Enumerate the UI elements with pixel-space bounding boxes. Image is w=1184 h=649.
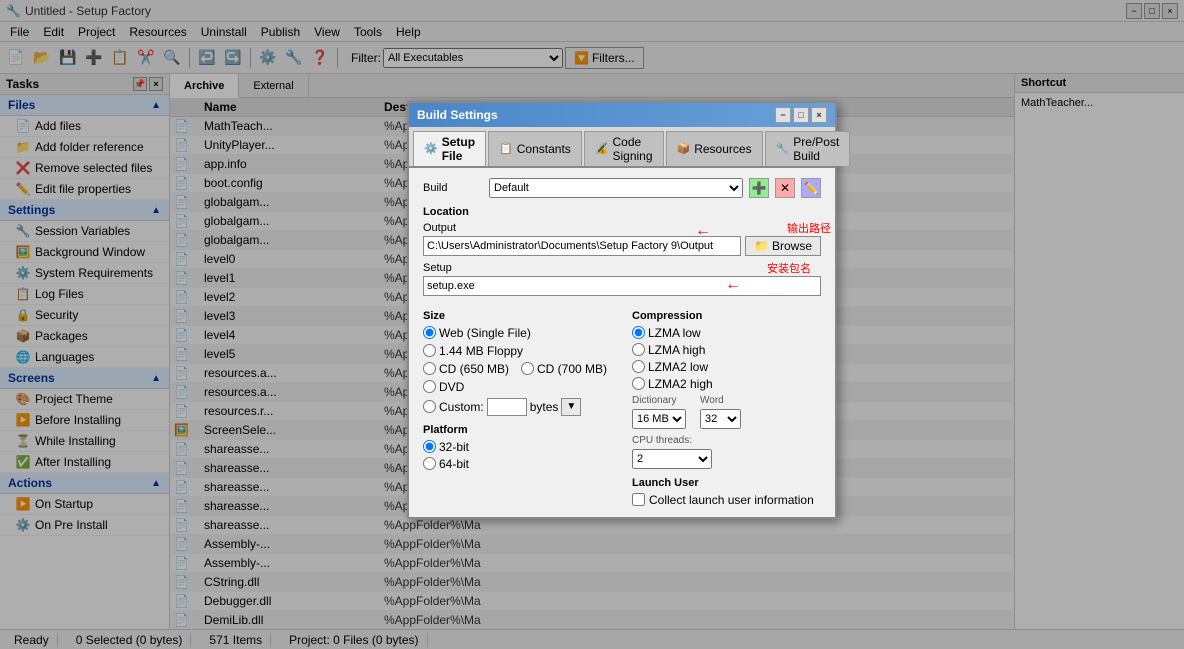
comp-lzma-low-label: LZMA low bbox=[648, 326, 701, 340]
build-select[interactable]: Default bbox=[489, 178, 743, 198]
col-left: Size Web (Single File) 1.44 MB Floppy bbox=[423, 304, 612, 507]
output-input-row: 📁 Browse bbox=[423, 236, 821, 256]
comp-lzma2-high-label: LZMA2 high bbox=[648, 377, 713, 391]
size-cd700-radio[interactable] bbox=[521, 362, 534, 375]
size-custom-unit: bytes bbox=[530, 400, 559, 414]
dictionary-group: Dictionary 16 MB 32 MB 64 MB bbox=[632, 395, 686, 429]
browse-icon: 📁 bbox=[754, 239, 769, 253]
setup-label: Setup bbox=[423, 262, 821, 274]
modal-minimize-btn[interactable]: − bbox=[775, 107, 791, 123]
comp-lzma-high: LZMA high bbox=[632, 343, 821, 357]
compression-options: LZMA low LZMA high LZMA2 low LZMA2 bbox=[632, 326, 821, 391]
word-select[interactable]: 32 64 128 bbox=[700, 409, 741, 429]
launch-user-title: Launch User bbox=[632, 477, 821, 489]
platform-32: 32-bit bbox=[423, 440, 612, 454]
platform-64-label: 64-bit bbox=[439, 457, 469, 471]
comp-lzma-low-radio[interactable] bbox=[632, 326, 645, 339]
size-options: Web (Single File) 1.44 MB Floppy CD (650… bbox=[423, 326, 612, 416]
build-edit-btn[interactable]: ✏️ bbox=[801, 178, 821, 198]
size-cd650-label: CD (650 MB) bbox=[439, 362, 509, 376]
comp-lzma-high-radio[interactable] bbox=[632, 343, 645, 356]
comp-lzma2-high: LZMA2 high bbox=[632, 377, 821, 391]
collect-info-checkbox[interactable] bbox=[632, 493, 645, 506]
browse-button[interactable]: 📁 Browse bbox=[745, 236, 821, 256]
size-custom-input[interactable] bbox=[487, 398, 527, 416]
output-row: Output ← 输出路径 📁 Browse bbox=[423, 222, 821, 256]
build-remove-btn[interactable]: ✕ bbox=[775, 178, 795, 198]
size-floppy: 1.44 MB Floppy bbox=[423, 344, 523, 358]
compression-title: Compression bbox=[632, 310, 821, 322]
size-cd650-radio[interactable] bbox=[423, 362, 436, 375]
build-row: Build Default ➕ ✕ ✏️ bbox=[423, 178, 821, 198]
modal-overlay: Build Settings − □ × ⚙️ Setup File 📋 Con… bbox=[0, 0, 1184, 649]
platform-32-radio[interactable] bbox=[423, 440, 436, 453]
platform-section: Platform 32-bit 64-bit bbox=[423, 424, 612, 471]
size-custom-label: Custom: bbox=[439, 400, 484, 414]
size-cd700-label: CD (700 MB) bbox=[537, 362, 607, 376]
modal-title-bar: Build Settings − □ × bbox=[409, 103, 835, 127]
modal-tab-code-signing[interactable]: 🔏 Code Signing bbox=[584, 131, 664, 166]
launch-user-section: Launch User Collect launch user informat… bbox=[632, 477, 821, 507]
modal-tab-setup-file[interactable]: ⚙️ Setup File bbox=[413, 131, 486, 166]
size-web: Web (Single File) bbox=[423, 326, 531, 340]
threads-label: CPU threads: bbox=[632, 435, 821, 446]
size-title: Size bbox=[423, 310, 612, 322]
col-right: Compression LZMA low LZMA high LZMA2 bbox=[632, 304, 821, 507]
size-custom: Custom: bytes ▼ bbox=[423, 398, 581, 416]
code-signing-icon: 🔏 bbox=[595, 142, 609, 155]
setup-file-icon: ⚙️ bbox=[424, 142, 438, 155]
size-floppy-radio[interactable] bbox=[423, 344, 436, 357]
dictionary-label: Dictionary bbox=[632, 395, 686, 406]
size-dvd-radio[interactable] bbox=[423, 380, 436, 393]
setup-input[interactable] bbox=[423, 276, 821, 296]
comp-lzma2-high-radio[interactable] bbox=[632, 377, 645, 390]
constants-icon: 📋 bbox=[499, 142, 513, 155]
word-label: Word bbox=[700, 395, 741, 406]
platform-64-radio[interactable] bbox=[423, 457, 436, 470]
modal-body: Build Default ➕ ✕ ✏️ Location Output ← 输… bbox=[409, 168, 835, 517]
comp-lzma2-low: LZMA2 low bbox=[632, 360, 821, 374]
output-label: Output bbox=[423, 222, 821, 234]
modal-title-text: Build Settings bbox=[417, 108, 498, 122]
platform-title: Platform bbox=[423, 424, 612, 436]
size-floppy-label: 1.44 MB Floppy bbox=[439, 344, 523, 358]
setup-row: Setup 安装包名 ← bbox=[423, 262, 821, 296]
size-web-label: Web (Single File) bbox=[439, 326, 531, 340]
output-input[interactable] bbox=[423, 236, 741, 256]
modal-close-btn[interactable]: × bbox=[811, 107, 827, 123]
comp-lzma2-low-radio[interactable] bbox=[632, 360, 645, 373]
size-cd650: CD (650 MB) bbox=[423, 362, 509, 376]
dictionary-select[interactable]: 16 MB 32 MB 64 MB bbox=[632, 409, 686, 429]
build-label: Build bbox=[423, 182, 483, 194]
modal-title-controls[interactable]: − □ × bbox=[775, 107, 827, 123]
threads-row: CPU threads: 1 2 4 8 bbox=[632, 435, 821, 469]
size-custom-radio[interactable] bbox=[423, 400, 436, 413]
platform-64: 64-bit bbox=[423, 457, 612, 471]
comp-lzma-high-label: LZMA high bbox=[648, 343, 705, 357]
location-title: Location bbox=[423, 206, 821, 218]
collect-info-item: Collect launch user information bbox=[632, 493, 821, 507]
size-dvd-label: DVD bbox=[439, 380, 464, 394]
two-col-layout: Size Web (Single File) 1.44 MB Floppy bbox=[423, 304, 821, 507]
dict-word-row: Dictionary 16 MB 32 MB 64 MB Word 32 bbox=[632, 395, 821, 429]
word-group: Word 32 64 128 bbox=[700, 395, 741, 429]
resources-icon: 📦 bbox=[677, 142, 691, 155]
size-cd700: CD (700 MB) bbox=[521, 362, 607, 376]
platform-32-label: 32-bit bbox=[439, 440, 469, 454]
build-add-btn[interactable]: ➕ bbox=[749, 178, 769, 198]
modal-tab-pre-post[interactable]: 🔧 Pre/Post Build bbox=[765, 131, 851, 166]
size-dvd: DVD bbox=[423, 380, 464, 394]
modal-tabs: ⚙️ Setup File 📋 Constants 🔏 Code Signing… bbox=[409, 127, 835, 168]
comp-lzma-low: LZMA low bbox=[632, 326, 821, 340]
collect-info-label: Collect launch user information bbox=[649, 493, 814, 507]
threads-select[interactable]: 1 2 4 8 bbox=[632, 449, 712, 469]
comp-lzma2-low-label: LZMA2 low bbox=[648, 360, 708, 374]
modal-tab-constants[interactable]: 📋 Constants bbox=[488, 131, 582, 166]
modal-maximize-btn[interactable]: □ bbox=[793, 107, 809, 123]
modal-tab-resources[interactable]: 📦 Resources bbox=[666, 131, 763, 166]
build-settings-modal: Build Settings − □ × ⚙️ Setup File 📋 Con… bbox=[407, 101, 837, 519]
pre-post-icon: 🔧 bbox=[776, 142, 790, 155]
size-web-radio[interactable] bbox=[423, 326, 436, 339]
size-custom-unit-btn[interactable]: ▼ bbox=[561, 398, 581, 416]
